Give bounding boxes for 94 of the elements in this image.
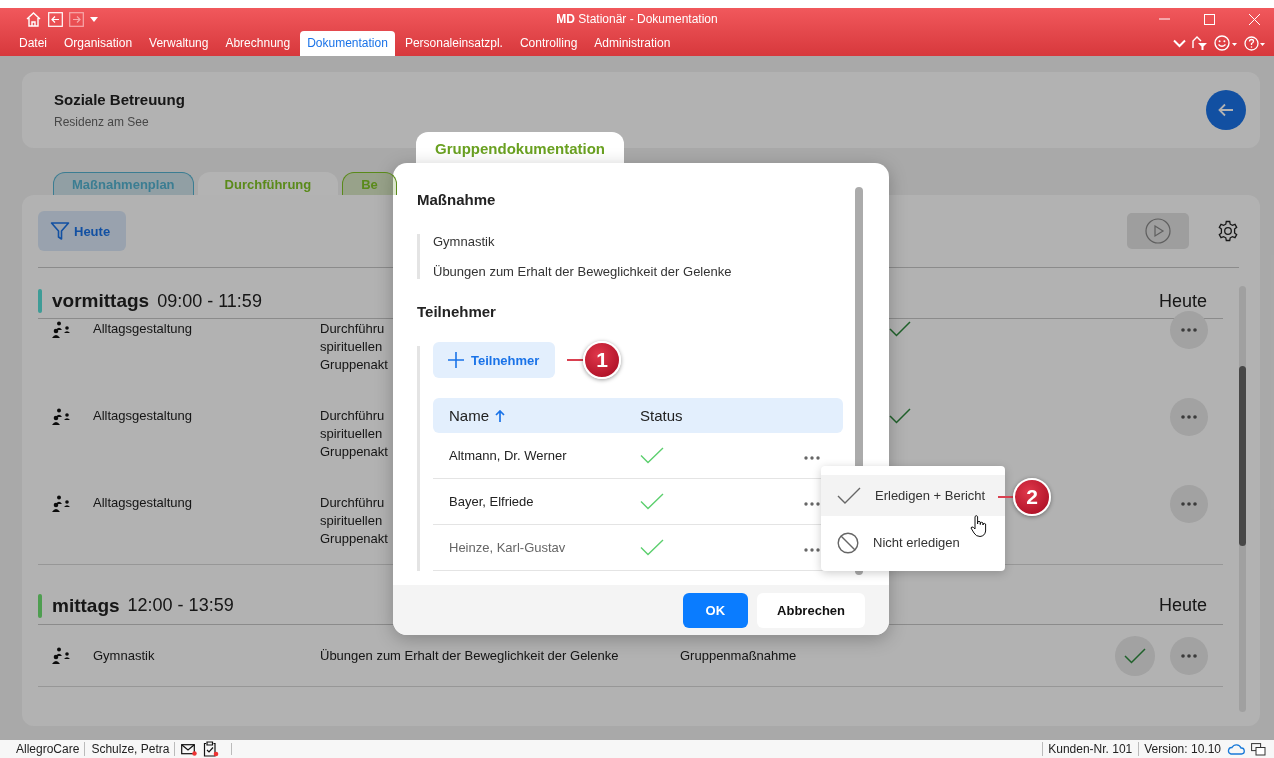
description-text: Gruppenakt — [320, 444, 388, 459]
description-text: Gruppenakt — [320, 531, 388, 546]
menu-item[interactable]: Nicht erledigen — [821, 522, 1005, 563]
group-people-icon — [52, 321, 72, 339]
group-people-icon — [52, 646, 72, 665]
more-button[interactable] — [1170, 636, 1208, 675]
participant-name: Heinze, Karl-Gustav — [448, 540, 567, 555]
more-icon — [1181, 415, 1197, 419]
leader-line — [567, 359, 585, 361]
more-icon — [804, 502, 820, 506]
more-button[interactable] — [1170, 311, 1208, 349]
page-subtitle: Residenz am See — [54, 115, 150, 129]
status-text: Version: 10.10 — [1138, 742, 1221, 756]
arrow-left-icon — [1218, 103, 1234, 117]
group-day: Heute — [1158, 595, 1223, 616]
group-people-icon — [52, 495, 72, 513]
measure-text: Übungen zum Erhalt der Beweglichkeit der Gelenke — [433, 264, 733, 279]
section-heading: Maßnahme — [417, 191, 497, 208]
close-icon[interactable] — [1249, 13, 1260, 25]
group-time: 09:00 - 11:59 — [157, 290, 262, 312]
activity-name: Alltagsgestaltung — [92, 321, 193, 336]
participant-name: Altmann, Dr. Werner — [448, 448, 568, 463]
help-icon[interactable] — [1244, 35, 1266, 51]
status-text: Schulze, Petra — [91, 742, 176, 756]
menu-item[interactable]: Controlling — [512, 31, 585, 56]
activity-name: Gymnastik — [92, 648, 156, 663]
description-text: Durchführu — [320, 495, 385, 510]
mail-icon[interactable] — [181, 742, 198, 756]
play-button[interactable] — [1127, 213, 1189, 249]
description-text: Durchführu — [320, 408, 385, 423]
activity-type: Gruppenmaßnahme — [680, 648, 797, 663]
description-text: spirituellen — [320, 513, 383, 528]
menu-item[interactable]: Datei — [12, 31, 54, 56]
description-text: spirituellen — [320, 426, 383, 441]
caret-icon[interactable] — [90, 16, 98, 22]
status-text: AllegroCare — [16, 742, 86, 756]
group-day: Heute — [1158, 290, 1223, 312]
back-icon[interactable] — [48, 11, 63, 27]
dialog-tab[interactable]: Gruppendokumentation — [416, 132, 624, 166]
chevron-down-icon[interactable] — [1173, 38, 1186, 48]
description-text: Gruppenakt — [320, 357, 388, 372]
home-icon[interactable] — [25, 11, 42, 27]
group-name: mittags — [52, 594, 120, 617]
ok-button[interactable]: OK — [682, 592, 749, 628]
status-text: Kunden-Nr. 101 — [1042, 742, 1133, 756]
group-time: 12:00 - 13:59 — [127, 595, 234, 616]
back-button[interactable] — [1206, 90, 1246, 130]
column-header[interactable]: Name — [433, 407, 640, 424]
sort-up-icon — [495, 409, 505, 422]
activity-name: Alltagsgestaltung — [92, 408, 193, 423]
window-title: MD Stationär - Dokumentation — [556, 12, 718, 26]
menu-item[interactable]: Erledigen + Bericht — [821, 475, 1005, 516]
page-title: Soziale Betreuung — [54, 91, 185, 108]
description-text: Durchführu — [320, 321, 385, 336]
clipboard-check-icon[interactable] — [203, 741, 220, 757]
add-participant-button[interactable]: Teilnehmer — [433, 342, 556, 378]
menu-item[interactable]: Personaleinsatzpl. — [397, 31, 510, 56]
done-check-icon[interactable] — [1115, 635, 1155, 676]
windows-icon[interactable] — [1251, 742, 1266, 756]
more-button[interactable] — [1170, 485, 1208, 523]
hand-cursor-icon — [970, 514, 988, 538]
group-people-icon — [52, 408, 72, 426]
plus-icon — [447, 351, 465, 369]
filter-button[interactable]: Heute — [38, 211, 127, 251]
activity-name: Alltagsgestaltung — [92, 495, 193, 510]
section-heading: Teilnehmer — [417, 303, 497, 320]
more-button[interactable] — [1170, 398, 1208, 436]
menu-item[interactable]: Organisation — [57, 31, 140, 56]
play-icon — [1145, 218, 1171, 244]
scrollbar[interactable] — [1239, 286, 1246, 712]
more-icon — [1181, 502, 1197, 506]
maximize-icon[interactable] — [1204, 13, 1215, 25]
more-icon — [804, 548, 820, 552]
column-header[interactable]: Status — [640, 407, 683, 424]
menu-item[interactable]: Verwaltung — [142, 31, 216, 56]
forward-icon[interactable] — [69, 11, 84, 27]
participant-name: Bayer, Elfriede — [448, 494, 535, 509]
leader-line — [998, 496, 1014, 498]
menu-item[interactable]: Abrechnung — [218, 31, 298, 56]
filter-icon — [50, 221, 70, 241]
measure-text: Gymnastik — [433, 234, 496, 249]
menu-item[interactable]: Dokumentation — [300, 31, 395, 56]
more-icon — [804, 456, 820, 460]
settings-icon[interactable] — [1217, 220, 1239, 242]
home-filter-icon[interactable] — [1192, 35, 1208, 51]
group-name: vormittags — [52, 290, 150, 312]
more-icon — [1181, 653, 1197, 658]
cloud-icon[interactable] — [1227, 743, 1245, 755]
menu-item[interactable]: Administration — [587, 31, 678, 56]
description-text: Übungen zum Erhalt der Beweglichkeit der Gelenke — [320, 648, 619, 663]
cancel-button[interactable]: Abbrechen — [757, 592, 865, 628]
description-text: spirituellen — [320, 339, 383, 354]
smiley-icon[interactable] — [1214, 35, 1238, 51]
more-icon — [1181, 328, 1197, 332]
